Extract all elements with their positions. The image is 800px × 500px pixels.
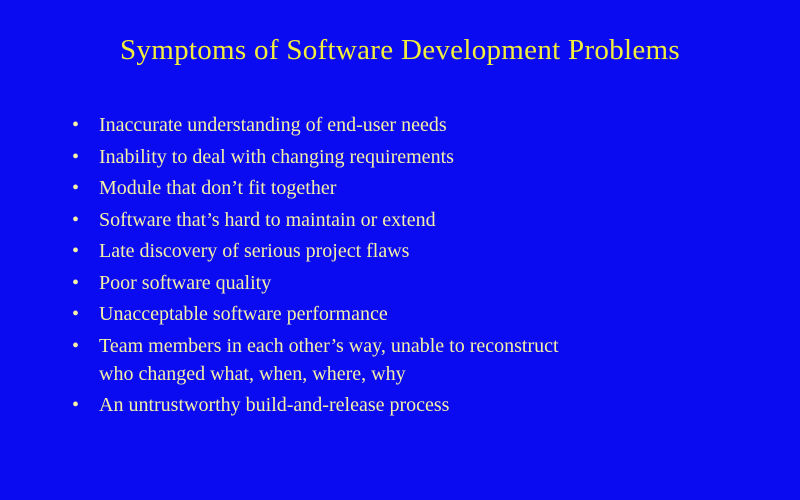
bullet-icon: •	[72, 208, 80, 231]
bullet-text: Poor software quality	[99, 271, 272, 294]
bullet-text: Team members in each other’s way, unable…	[99, 334, 559, 357]
bullet-icon: •	[72, 240, 80, 262]
bullet-item: • Team members in each other’s way, unab…	[72, 332, 772, 388]
bullet-text: Late discovery of serious project flaws	[99, 240, 410, 262]
bullet-item: • Module that don’t fit together	[72, 174, 772, 202]
bullet-text: Module that don’t fit together	[99, 177, 337, 199]
bullet-icon: •	[72, 145, 80, 168]
bullet-icon: •	[72, 303, 80, 325]
bullet-item: • Inaccurate understanding of end-user n…	[72, 111, 772, 139]
bullet-icon: •	[72, 271, 80, 294]
slide: Symptoms of Software Development Problem…	[0, 0, 800, 500]
bullet-item: • Late discovery of serious project flaw…	[72, 237, 772, 265]
bullet-item: • An untrustworthy build-and-release pro…	[72, 391, 772, 419]
bullet-item: • Inability to deal with changing requir…	[72, 143, 772, 171]
slide-title: Symptoms of Software Development Problem…	[119, 34, 680, 66]
bullet-text: Inaccurate understanding of end-user nee…	[99, 114, 447, 136]
bullet-icon: •	[72, 177, 80, 199]
bullet-icon: •	[72, 394, 80, 416]
bullet-text: Inability to deal with changing requirem…	[99, 145, 454, 168]
bullet-item: • Software that’s hard to maintain or ex…	[72, 206, 772, 234]
bullet-text: Unacceptable software performance	[99, 303, 388, 325]
bullet-icon: •	[72, 334, 80, 357]
bullet-icon: •	[72, 114, 80, 136]
bullet-item: • Poor software quality	[72, 269, 772, 297]
bullet-text: An untrustworthy build-and-release proce…	[99, 394, 450, 416]
bullet-text: Software that’s hard to maintain or exte…	[99, 208, 436, 231]
bullet-list: • Inaccurate understanding of end-user n…	[72, 111, 772, 423]
bullet-item: • Unacceptable software performance	[72, 300, 772, 328]
bullet-text-continuation: who changed what, when, where, why	[99, 362, 406, 385]
